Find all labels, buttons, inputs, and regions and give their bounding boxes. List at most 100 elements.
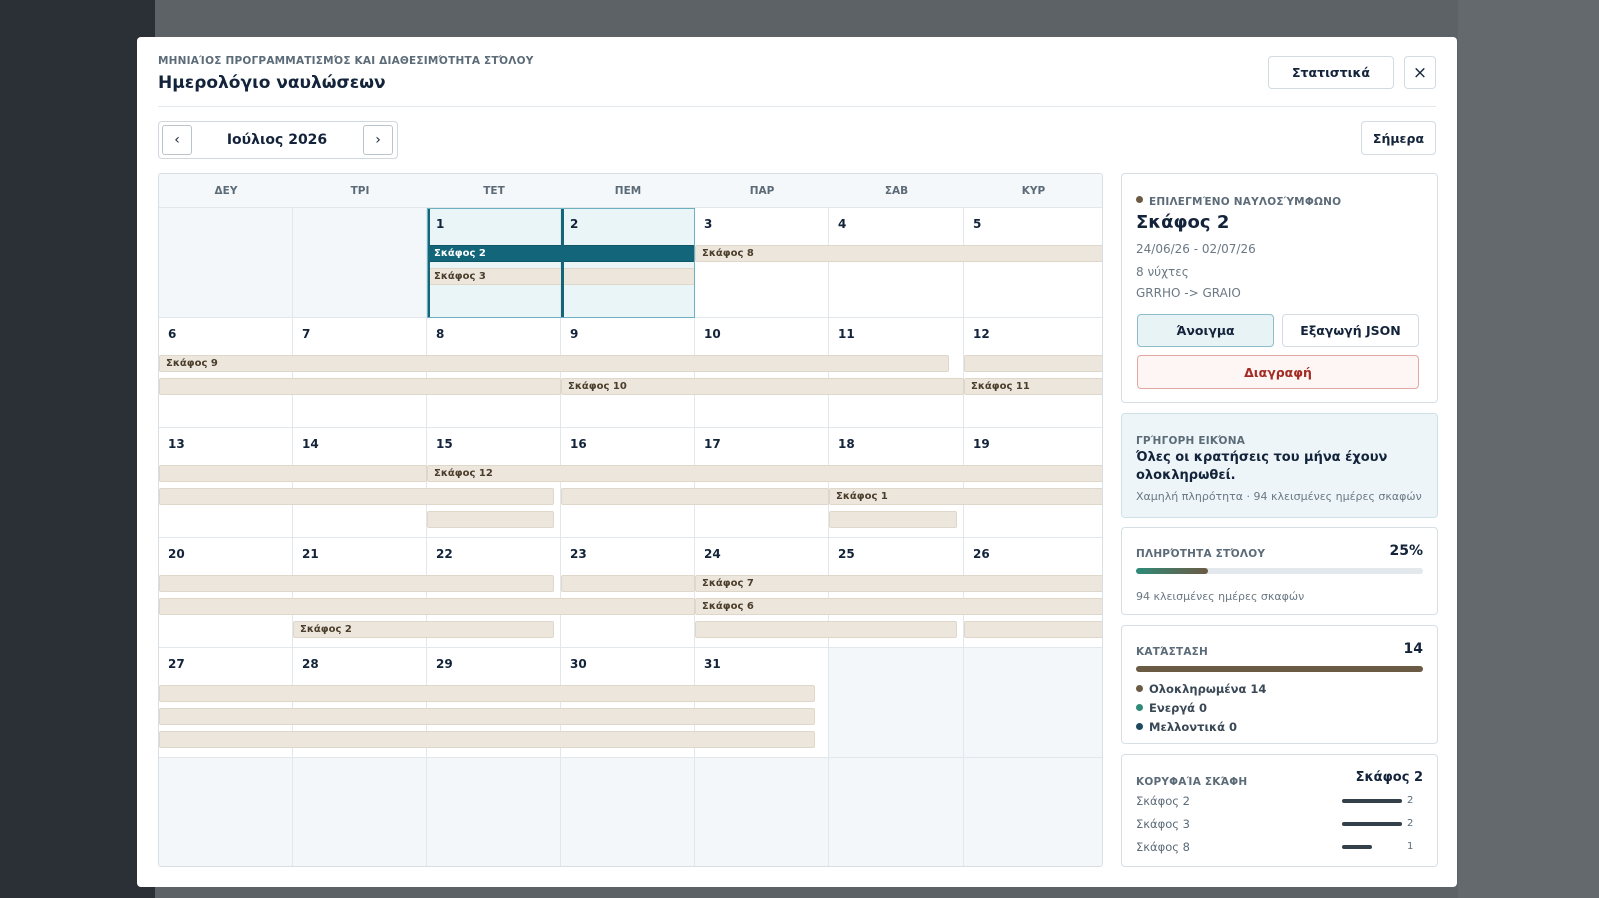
day-number: 3 <box>704 217 713 231</box>
event-bar[interactable] <box>159 465 427 482</box>
day-cell[interactable]: 11 <box>829 318 964 428</box>
day-number: 15 <box>436 437 453 451</box>
top-vessel-row: Σκάφος 3 2 <box>1136 817 1423 835</box>
event-bar[interactable] <box>159 708 815 725</box>
charter-nights: 8 νύχτες <box>1136 265 1189 279</box>
event-bar[interactable] <box>159 488 554 505</box>
top-vessel-row: Σκάφος 8 1 <box>1136 840 1423 858</box>
event-bar[interactable]: Σκάφος 6 <box>695 598 1102 615</box>
day-cell[interactable]: 5 <box>964 208 1102 318</box>
day-cell-empty <box>293 208 427 318</box>
day-number: 13 <box>168 437 185 451</box>
event-bar[interactable] <box>159 685 815 702</box>
day-number: 16 <box>570 437 587 451</box>
day-cell[interactable]: 6 <box>159 318 293 428</box>
event-bar[interactable] <box>561 488 829 505</box>
event-bar[interactable]: Σκάφος 1 <box>829 488 1102 505</box>
modal-title: Ημερολόγιο ναυλώσεων <box>158 73 386 93</box>
occupancy-progress <box>1136 568 1423 574</box>
status-total: 14 <box>1403 641 1423 657</box>
day-cell-empty <box>561 758 695 866</box>
stats-button[interactable]: Στατιστικά <box>1268 56 1394 89</box>
event-bar[interactable] <box>159 731 815 748</box>
day-cell[interactable]: 3 <box>695 208 829 318</box>
top-vessel-row: Σκάφος 2 2 <box>1136 794 1423 812</box>
event-bar[interactable] <box>561 575 695 592</box>
day-number: 31 <box>704 657 721 671</box>
delete-button[interactable]: Διαγραφή <box>1137 355 1419 389</box>
occupancy-caption: 94 κλεισμένες ημέρες σκαφών <box>1136 590 1305 603</box>
background-app-sidebar <box>0 0 155 898</box>
chevron-right-icon[interactable]: › <box>363 125 393 155</box>
day-cell[interactable]: 13 <box>159 428 293 538</box>
day-cell[interactable]: 7 <box>293 318 427 428</box>
quick-view-card: ΓΡΉΓΟΡΗ ΕΙΚΌΝΑ Όλες οι κρατήσεις του μήν… <box>1121 413 1438 518</box>
month-navigator: ‹ Ιούλιος 2026 › <box>158 121 398 159</box>
event-bar[interactable] <box>964 621 1102 638</box>
selection-marker <box>561 208 564 318</box>
event-bar[interactable] <box>427 511 554 528</box>
event-bar[interactable]: Σκάφος 7 <box>695 575 1102 592</box>
day-number: 21 <box>302 547 319 561</box>
day-cell-empty <box>293 758 427 866</box>
day-cell[interactable]: 4 <box>829 208 964 318</box>
day-cell-empty <box>159 758 293 866</box>
day-number: 20 <box>168 547 185 561</box>
event-bar[interactable]: Σκάφος 9 <box>159 355 949 372</box>
status-item: Ενεργά 0 <box>1136 701 1423 715</box>
event-bar[interactable] <box>159 598 695 615</box>
day-number: 10 <box>704 327 721 341</box>
day-number: 8 <box>436 327 445 341</box>
day-cell[interactable]: 2 <box>561 208 695 318</box>
status-item-label: Ενεργά 0 <box>1149 701 1208 715</box>
event-bar[interactable]: Σκάφος 12 <box>427 465 1102 482</box>
status-card: ΚΑΤΆΣΤΑΣΗ 14 Ολοκληρωμένα 14 Ενεργά 0 Με… <box>1121 625 1438 744</box>
day-cell[interactable]: 14 <box>293 428 427 538</box>
close-icon[interactable]: × <box>1404 56 1436 89</box>
day-number: 26 <box>973 547 990 561</box>
day-cell[interactable]: 9 <box>561 318 695 428</box>
charter-route: GRRHO -> GRAIO <box>1136 286 1241 300</box>
weekday-header: ΠΑΡ <box>695 174 829 208</box>
day-cell[interactable]: 17 <box>695 428 829 538</box>
today-button[interactable]: Σήμερα <box>1361 121 1436 155</box>
event-bar[interactable]: Σκάφος 2 <box>293 621 554 638</box>
day-cell[interactable]: 12 <box>964 318 1102 428</box>
top-vessel-bar <box>1342 799 1402 803</box>
occupancy-value: 25% <box>1389 543 1423 559</box>
event-bar[interactable]: Σκάφος 11 <box>964 378 1102 395</box>
day-cell[interactable]: 16 <box>561 428 695 538</box>
event-bar[interactable] <box>159 378 561 395</box>
day-cell[interactable]: 23 <box>561 538 695 648</box>
day-cell[interactable]: 8 <box>427 318 561 428</box>
day-number: 28 <box>302 657 319 671</box>
day-number: 18 <box>838 437 855 451</box>
day-cell[interactable]: 10 <box>695 318 829 428</box>
day-number: 25 <box>838 547 855 561</box>
day-number: 11 <box>838 327 855 341</box>
chevron-left-icon[interactable]: ‹ <box>162 125 192 155</box>
top-vessel-value: 2 <box>1407 818 1414 829</box>
quick-view-headline: Όλες οι κρατήσεις του μήνα έχουν ολοκληρ… <box>1136 450 1388 483</box>
event-bar[interactable] <box>829 511 957 528</box>
open-button[interactable]: Άνοιγμα <box>1137 314 1274 347</box>
event-bar[interactable] <box>695 621 957 638</box>
day-number: 22 <box>436 547 453 561</box>
top-vessel-label: Σκάφος 8 <box>1136 840 1190 854</box>
day-cell[interactable]: 19 <box>964 428 1102 538</box>
day-number: 27 <box>168 657 185 671</box>
day-cell-empty <box>427 758 561 866</box>
day-number: 14 <box>302 437 319 451</box>
export-json-button[interactable]: Εξαγωγή JSON <box>1282 314 1419 347</box>
selection-marker <box>427 208 430 318</box>
day-cell[interactable]: 1 <box>427 208 561 318</box>
event-bar[interactable]: Σκάφος 8 <box>695 245 1102 262</box>
occupancy-progress-fill <box>1136 568 1208 574</box>
event-bar[interactable] <box>159 575 554 592</box>
event-bar[interactable]: Σκάφος 10 <box>561 378 964 395</box>
day-cell[interactable]: 20 <box>159 538 293 648</box>
event-bar[interactable] <box>964 355 1102 372</box>
day-cell-empty <box>159 208 293 318</box>
modal-eyebrow: ΜΗΝΙΑΊΟΣ ΠΡΟΓΡΑΜΜΑΤΙΣΜΌΣ ΚΑΙ ΔΙΑΘΕΣΙΜΌΤΗ… <box>158 55 534 67</box>
occupancy-card: ΠΛΗΡΌΤΗΤΑ ΣΤΌΛΟΥ 25% 94 κλεισμένες ημέρε… <box>1121 527 1438 615</box>
